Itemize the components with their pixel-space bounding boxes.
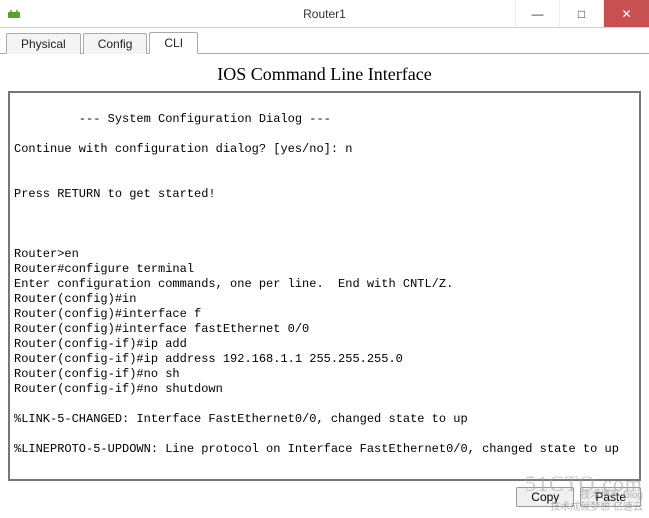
terminal-container: --- System Configuration Dialog --- Cont…	[8, 91, 641, 481]
terminal-output[interactable]: --- System Configuration Dialog --- Cont…	[14, 97, 635, 475]
minimize-button[interactable]: —	[515, 0, 559, 27]
tab-content: IOS Command Line Interface --- System Co…	[0, 54, 649, 515]
tab-bar: Physical Config CLI	[0, 28, 649, 54]
tab-config[interactable]: Config	[83, 33, 148, 54]
app-icon	[6, 6, 22, 22]
tab-physical[interactable]: Physical	[6, 33, 81, 54]
cli-heading: IOS Command Line Interface	[8, 58, 641, 91]
paste-button[interactable]: Paste	[580, 487, 641, 507]
window-titlebar: Router1 — □ ✕	[0, 0, 649, 28]
window-controls: — □ ✕	[515, 0, 649, 27]
tab-cli[interactable]: CLI	[149, 32, 198, 54]
cli-button-row: Copy Paste	[8, 481, 641, 507]
close-button[interactable]: ✕	[603, 0, 649, 27]
maximize-button[interactable]: □	[559, 0, 603, 27]
copy-button[interactable]: Copy	[516, 487, 574, 507]
